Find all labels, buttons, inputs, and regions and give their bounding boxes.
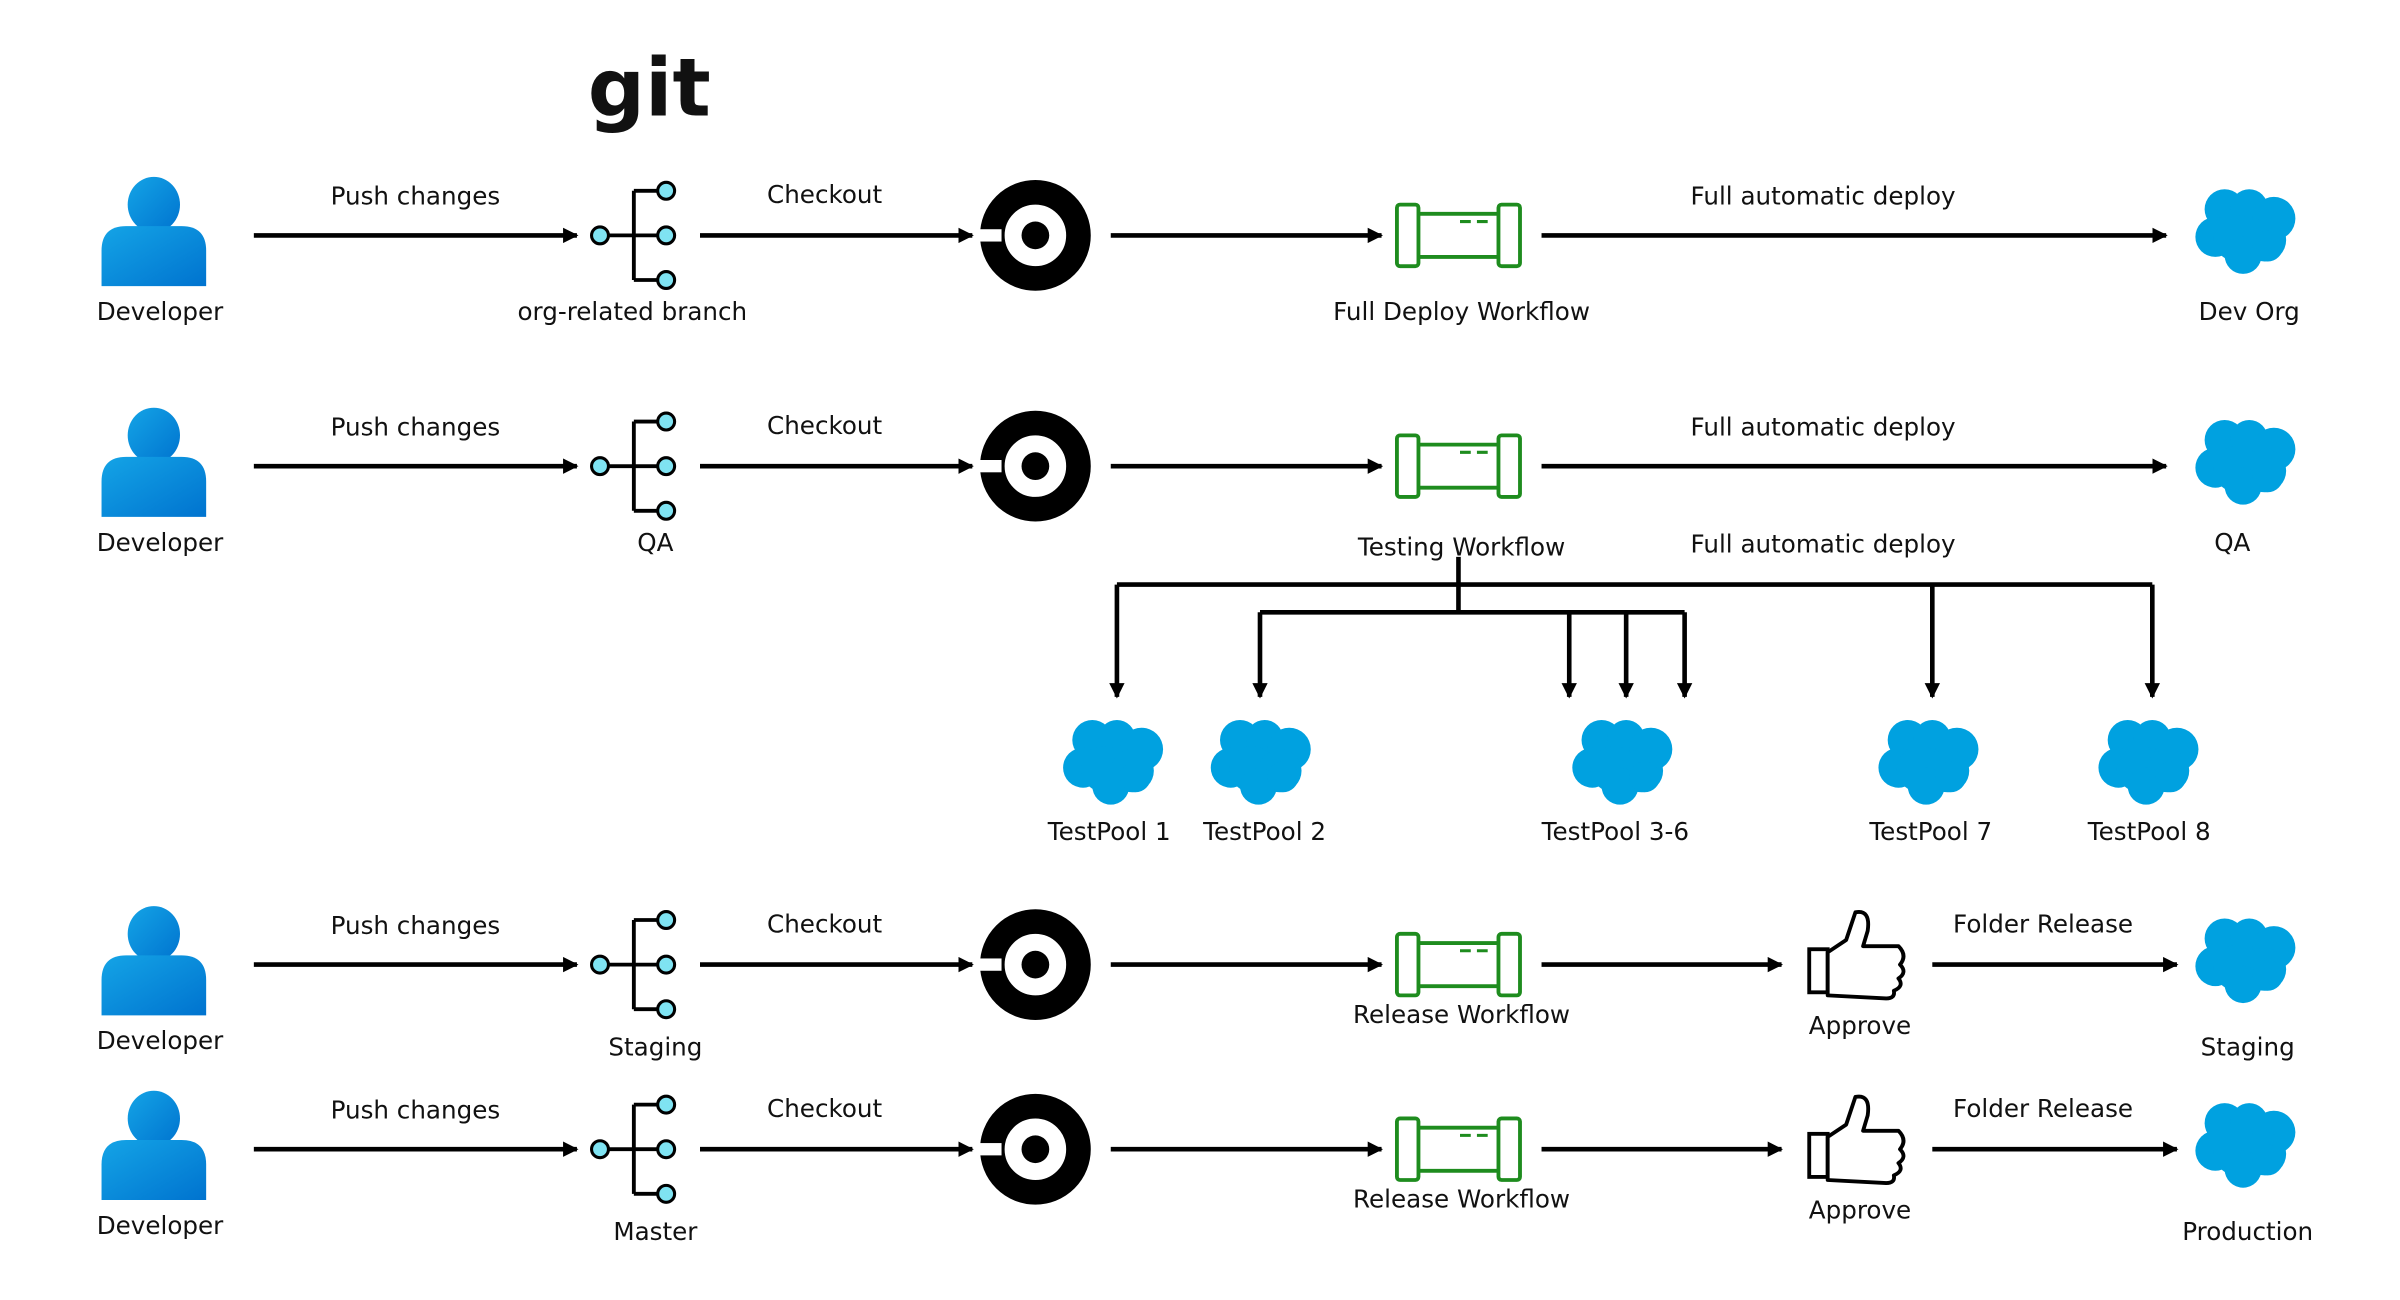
target-org-label: Production bbox=[2182, 1217, 2313, 1246]
testpool-label: TestPool 7 bbox=[1868, 817, 1992, 846]
thumbs-up-approve-icon bbox=[1807, 910, 1906, 1001]
push-changes-label: Push changes bbox=[331, 182, 501, 211]
branch-label: org-related branch bbox=[517, 297, 747, 326]
target-org-cloud-icon bbox=[2195, 1103, 2296, 1188]
thumbs-up-approve-icon bbox=[1807, 1094, 1906, 1185]
circleci-logo bbox=[976, 180, 1091, 291]
git-branch-icon bbox=[590, 180, 677, 290]
developer-label: Developer bbox=[97, 528, 224, 557]
checkout-label: Checkout bbox=[767, 1094, 882, 1123]
developer-icon bbox=[101, 906, 207, 1016]
testpool-label: TestPool 8 bbox=[2087, 817, 2211, 846]
deploy-label: Full automatic deploy bbox=[1691, 182, 1956, 211]
testpool-cloud-icon bbox=[1572, 720, 1673, 805]
push-changes-label: Push changes bbox=[331, 1095, 501, 1124]
fanout-deploy-label: Full automatic deploy bbox=[1691, 529, 1956, 558]
deployment-pipeline-diagram: git Developer Push changes org-related bra… bbox=[97, 41, 2313, 1246]
git-branch-icon bbox=[590, 1094, 677, 1204]
target-org-label: QA bbox=[2214, 528, 2250, 557]
target-org-cloud-icon bbox=[2195, 189, 2296, 274]
target-org-label: Dev Org bbox=[2199, 297, 2300, 326]
workflow-label: Full Deploy Workflow bbox=[1333, 297, 1590, 326]
push-changes-label: Push changes bbox=[331, 911, 501, 940]
workflow-pipeline-icon bbox=[1395, 931, 1522, 998]
testpool-label: TestPool 3-6 bbox=[1541, 817, 1689, 846]
workflow-label: Testing Workflow bbox=[1357, 532, 1565, 561]
git-logo: git bbox=[588, 41, 711, 134]
developer-label: Developer bbox=[97, 297, 224, 326]
approve-label: Approve bbox=[1809, 1195, 1911, 1224]
checkout-label: Checkout bbox=[767, 180, 882, 209]
workflow-label: Release Workflow bbox=[1353, 1000, 1570, 1029]
testpool-cloud-icon bbox=[2098, 720, 2199, 805]
circleci-logo bbox=[976, 909, 1091, 1020]
testpool-cloud-icon bbox=[1210, 720, 1311, 805]
circleci-logo bbox=[976, 1093, 1091, 1205]
testpool-cloud-icon bbox=[1063, 720, 1164, 805]
circleci-logo bbox=[976, 410, 1091, 522]
approve-label: Approve bbox=[1809, 1011, 1911, 1040]
workflow-label: Release Workflow bbox=[1353, 1185, 1570, 1214]
branch-label: Staging bbox=[608, 1032, 702, 1061]
branch-label: Master bbox=[613, 1217, 698, 1246]
testpool-cloud-icon bbox=[1878, 720, 1979, 805]
deploy-label: Folder Release bbox=[1953, 909, 2133, 938]
deploy-label: Full automatic deploy bbox=[1691, 412, 1956, 441]
testpool-label: TestPool 1 bbox=[1047, 817, 1171, 846]
developer-icon bbox=[101, 1090, 207, 1200]
workflow-pipeline-icon bbox=[1395, 433, 1522, 499]
workflow-pipeline-icon bbox=[1395, 1116, 1522, 1182]
deploy-label: Folder Release bbox=[1953, 1094, 2133, 1123]
git-branch-icon bbox=[590, 910, 677, 1020]
developer-label: Developer bbox=[97, 1026, 224, 1055]
target-org-label: Staging bbox=[2201, 1032, 2295, 1061]
testpool-label: TestPool 2 bbox=[1202, 817, 1326, 846]
developer-icon bbox=[101, 176, 207, 287]
workflow-pipeline-icon bbox=[1395, 202, 1522, 269]
target-org-cloud-icon bbox=[2195, 420, 2296, 505]
checkout-label: Checkout bbox=[767, 411, 882, 440]
target-org-cloud-icon bbox=[2195, 918, 2296, 1004]
checkout-label: Checkout bbox=[767, 909, 882, 938]
git-branch-icon bbox=[590, 411, 677, 521]
branch-label: QA bbox=[637, 528, 673, 557]
developer-label: Developer bbox=[97, 1211, 224, 1240]
push-changes-label: Push changes bbox=[331, 412, 501, 441]
developer-icon bbox=[101, 407, 207, 517]
